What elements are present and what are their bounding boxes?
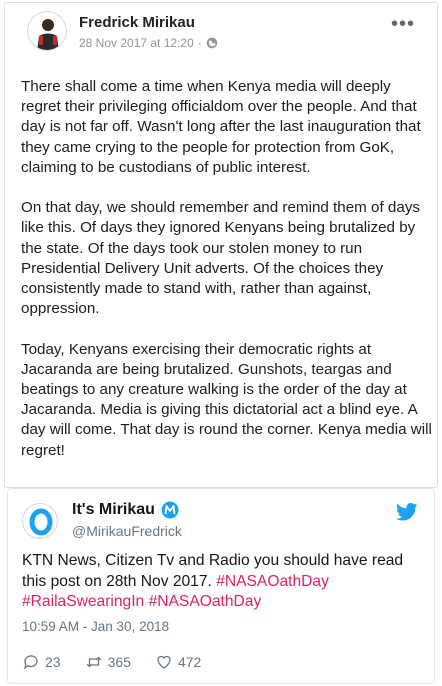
globe-icon[interactable] bbox=[206, 37, 218, 49]
twitter-bird-icon[interactable] bbox=[396, 503, 418, 521]
hashtag-link[interactable]: #NASAOathDay bbox=[149, 593, 262, 610]
retweet-icon bbox=[86, 656, 101, 668]
like-button[interactable]: 472 bbox=[155, 653, 201, 671]
tweet-display-name[interactable]: It's Mirikau bbox=[72, 501, 155, 519]
author-name[interactable]: Fredrick Mirikau bbox=[79, 14, 195, 31]
post-paragraph: Today, Kenyans exercising their democrat… bbox=[21, 340, 432, 459]
tweet-card: It's Mirikau @MirikauFredrick KTN News, … bbox=[7, 488, 435, 684]
post-paragraph: There shall come a time when Kenya media… bbox=[21, 78, 421, 176]
post-header: Fredrick Mirikau 28 Nov 2017 at 12:20 · … bbox=[17, 9, 425, 55]
retweet-count: 365 bbox=[107, 654, 131, 670]
tweet-actions: 23 365 472 bbox=[22, 652, 225, 672]
hashtag-link[interactable]: #RailaSwearingIn bbox=[22, 593, 144, 610]
tweet-avatar[interactable] bbox=[22, 503, 58, 539]
post-meta: 28 Nov 2017 at 12:20 · bbox=[79, 36, 218, 50]
tweet-author-name[interactable]: It's Mirikau bbox=[72, 501, 179, 519]
like-count: 472 bbox=[177, 654, 202, 670]
tweet-timestamp[interactable]: 10:59 AM - Jan 30, 2018 bbox=[22, 619, 169, 634]
tweet-handle[interactable]: @MirikauFredrick bbox=[72, 523, 182, 539]
post-paragraph: On that day, we should remember and remi… bbox=[21, 199, 421, 318]
tweet-text: KTN News, Citizen Tv and Radio you shoul… bbox=[22, 551, 422, 613]
more-options-icon[interactable]: ••• bbox=[391, 14, 415, 34]
heart-icon bbox=[157, 655, 171, 669]
post-timestamp[interactable]: 28 Nov 2017 at 12:20 bbox=[79, 36, 194, 50]
post-body: There shall come a time when Kenya media… bbox=[21, 77, 433, 461]
hashtag-link[interactable]: #NASAOathDay bbox=[216, 573, 329, 590]
m-logo-icon bbox=[161, 501, 179, 519]
reply-button[interactable]: 23 bbox=[22, 653, 61, 671]
facebook-post-card: Fredrick Mirikau 28 Nov 2017 at 12:20 · … bbox=[4, 2, 438, 488]
meta-separator: · bbox=[197, 36, 202, 50]
reply-count: 23 bbox=[45, 654, 61, 670]
reply-icon bbox=[24, 655, 38, 670]
tweet-text-body: KTN News, Citizen Tv and Radio you shoul… bbox=[22, 552, 404, 590]
author-avatar[interactable] bbox=[27, 11, 67, 51]
retweet-button[interactable]: 365 bbox=[85, 653, 131, 671]
